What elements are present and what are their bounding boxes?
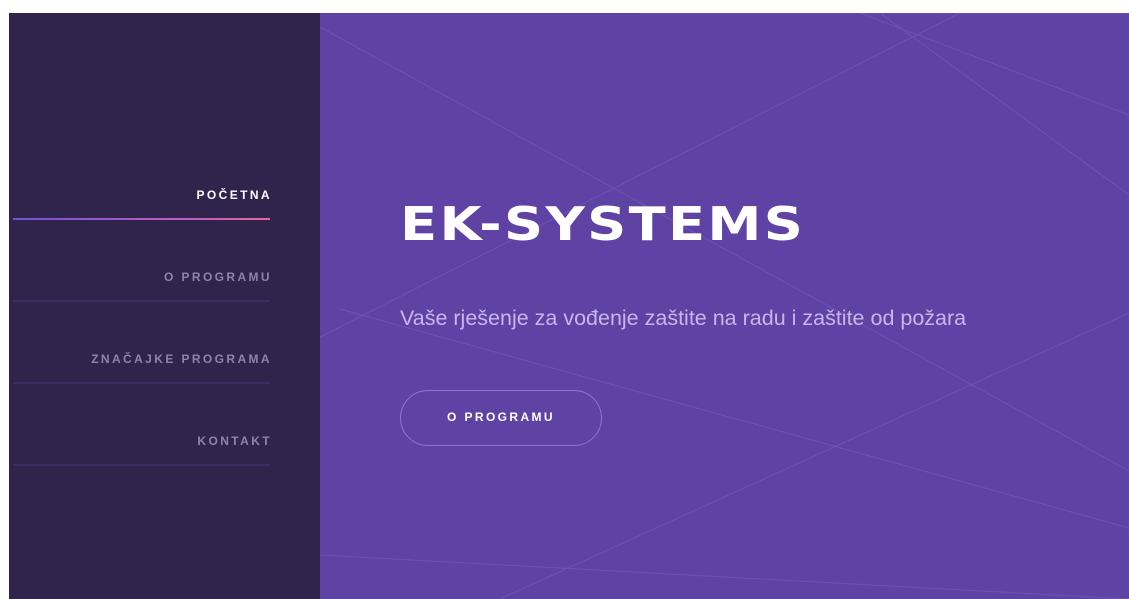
nav-underline xyxy=(13,382,270,384)
brand-title: EK-SYSTEMS xyxy=(400,197,806,251)
sidebar-item-pocetna[interactable]: POČETNA xyxy=(13,177,270,259)
o-programu-button[interactable]: O PROGRAMU xyxy=(400,390,602,446)
hero-tagline: Vaše rješenje za vođenje zaštite na radu… xyxy=(400,306,967,330)
nav-underline-active xyxy=(13,218,270,220)
nav-underline xyxy=(13,464,270,466)
nav-underline xyxy=(13,300,270,302)
sidebar-item-label: O PROGRAMU xyxy=(164,270,272,284)
sidebar-item-znacajke-programa[interactable]: ZNAČAJKE PROGRAMA xyxy=(13,341,270,423)
sidebar-item-label: POČETNA xyxy=(196,188,272,202)
sidebar-item-label: ZNAČAJKE PROGRAMA xyxy=(91,352,272,366)
hero-section: EK-SYSTEMS Vaše rješenje za vođenje zašt… xyxy=(320,13,1129,599)
sidebar-item-o-programu[interactable]: O PROGRAMU xyxy=(13,259,270,341)
sidebar-nav: POČETNA O PROGRAMU ZNAČAJKE PROGRAMA KON… xyxy=(13,177,270,505)
page-frame: POČETNA O PROGRAMU ZNAČAJKE PROGRAMA KON… xyxy=(9,13,1129,599)
sidebar-item-label: KONTAKT xyxy=(197,434,272,448)
sidebar: POČETNA O PROGRAMU ZNAČAJKE PROGRAMA KON… xyxy=(9,13,320,599)
sidebar-item-kontakt[interactable]: KONTAKT xyxy=(13,423,270,505)
